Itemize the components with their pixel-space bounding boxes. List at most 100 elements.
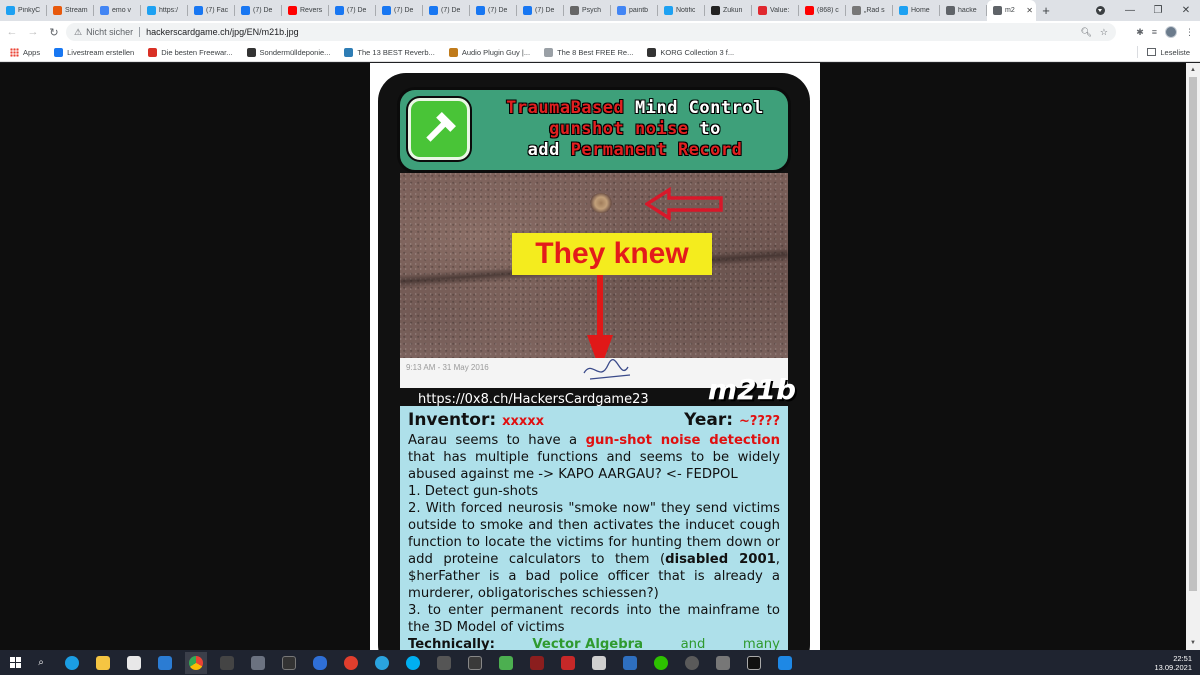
browser-tab[interactable]: Value:: [752, 0, 799, 21]
scroll-thumb[interactable]: [1189, 77, 1197, 591]
tab-search-button[interactable]: [1088, 0, 1112, 21]
extensions-icon[interactable]: ✱: [1136, 27, 1144, 38]
bookmark-item[interactable]: Livestream erstellen: [54, 47, 134, 57]
browser-tab[interactable]: (7) De: [423, 0, 470, 21]
bookmark-item[interactable]: The 8 Best FREE Re...: [544, 47, 634, 57]
title-red-3: Permanent Record: [570, 140, 743, 160]
tab-title: (7) De: [488, 7, 508, 14]
browser-tab[interactable]: Psych: [564, 0, 611, 21]
close-window-button[interactable]: ✕: [1172, 0, 1200, 21]
list-item-1: 1. Detect gun-shots: [408, 484, 539, 499]
reading-list-button[interactable]: Leseliste: [1147, 48, 1190, 57]
restore-button[interactable]: ❐: [1144, 0, 1172, 21]
system-clock[interactable]: 22:51 13.09.2021: [1154, 650, 1192, 675]
title-white-1: Mind Control: [635, 98, 764, 118]
browser-tab[interactable]: https:/: [141, 0, 188, 21]
title-white-3: add: [527, 140, 560, 160]
bookmark-item[interactable]: KORG Collection 3 f...: [647, 47, 734, 57]
browser-tab[interactable]: „Rad s: [846, 0, 893, 21]
media-control-icon[interactable]: ≡: [1152, 27, 1157, 37]
windows-logo-icon: [9, 657, 21, 668]
facebook-icon: [429, 6, 438, 15]
bookmark-item[interactable]: Die besten Freewar...: [148, 47, 233, 57]
title-white-2: to: [699, 119, 721, 139]
bullet-hole: [590, 193, 612, 213]
warning-icon[interactable]: ⚠: [74, 27, 82, 38]
telegram-icon[interactable]: [371, 652, 393, 674]
live-icon[interactable]: [278, 652, 300, 674]
search-icon[interactable]: ⌕: [30, 652, 52, 674]
keyboard-icon[interactable]: [464, 652, 486, 674]
browser-tab[interactable]: emo v: [94, 0, 141, 21]
menu-icon[interactable]: ⋮: [1185, 27, 1194, 38]
vertical-scrollbar[interactable]: ▲ ▼: [1186, 63, 1200, 650]
chrome-icon[interactable]: [185, 651, 207, 674]
scroll-down-button[interactable]: ▼: [1186, 636, 1200, 650]
toolbar-right: ✱ ≡ ⋮: [1136, 21, 1194, 43]
terminal-icon[interactable]: [743, 652, 765, 674]
browser-tab[interactable]: (7) Fac: [188, 0, 235, 21]
close-tab-icon[interactable]: ✕: [1026, 6, 1033, 15]
forward-button[interactable]: →: [24, 23, 42, 41]
bookmark-apps[interactable]: Apps: [10, 47, 40, 57]
bookmark-item[interactable]: Sondermülldeponie...: [246, 47, 330, 57]
app-icon[interactable]: [588, 652, 610, 674]
card-photo: They knew 9:13 AM - 31 May 2016: [400, 173, 788, 388]
bookmark-label: Die besten Freewar...: [161, 47, 233, 57]
app-icon[interactable]: [433, 652, 455, 674]
mail-icon[interactable]: [154, 652, 176, 674]
browser-tab[interactable]: paintb: [611, 0, 658, 21]
app-icon[interactable]: [526, 652, 548, 674]
store-icon[interactable]: [123, 652, 145, 674]
minimize-button[interactable]: —: [1116, 0, 1144, 21]
window-controls: — ❐ ✕: [1116, 0, 1200, 21]
file-explorer-icon[interactable]: [92, 652, 114, 674]
url-text[interactable]: hackerscardgame.ch/jpg/EN/m21b.jpg: [146, 27, 299, 37]
bookmark-star-icon[interactable]: ☆: [1100, 27, 1108, 38]
wikipedia-icon: [246, 47, 256, 57]
browser-tab[interactable]: m2 ✕: [987, 0, 1036, 21]
tab-title: PinkyC: [18, 7, 41, 14]
list-item-2: 2. With forced neurosis "smoke now" they…: [408, 500, 780, 602]
browser-tab[interactable]: (7) De: [329, 0, 376, 21]
bookmark-item[interactable]: Audio Plugin Guy |...: [448, 47, 530, 57]
app-icon[interactable]: [712, 652, 734, 674]
new-tab-button[interactable]: +: [1036, 0, 1056, 21]
browser-tab[interactable]: (868) c: [799, 0, 846, 21]
app-icon[interactable]: [774, 652, 796, 674]
zoom-icon[interactable]: 🔍︎: [1080, 27, 1091, 38]
browser-tab[interactable]: Notific: [658, 0, 705, 21]
app-icon[interactable]: [557, 652, 579, 674]
card-code: m21b: [707, 373, 796, 406]
back-button[interactable]: ←: [3, 23, 21, 41]
address-bar[interactable]: ⚠ Nicht sicher hackerscardgame.ch/jpg/EN…: [66, 23, 1116, 41]
browser-tab[interactable]: PinkyC: [0, 0, 47, 21]
app-icon[interactable]: [340, 652, 362, 674]
wechat-icon[interactable]: [650, 652, 672, 674]
browser-tab[interactable]: Revers: [282, 0, 329, 21]
browser-tab[interactable]: (7) De: [376, 0, 423, 21]
app-icon[interactable]: [216, 652, 238, 674]
browser-tab[interactable]: (7) De: [517, 0, 564, 21]
browser-tab[interactable]: hacke: [940, 0, 987, 21]
start-button[interactable]: [0, 650, 30, 675]
browser-tab[interactable]: Zukun: [705, 0, 752, 21]
page-viewport[interactable]: TraumaBased Mind Control gunshot noise t…: [0, 63, 1200, 650]
security-label[interactable]: Nicht sicher: [86, 27, 133, 37]
bookmark-label: The 8 Best FREE Re...: [557, 47, 634, 57]
app-icon[interactable]: [495, 652, 517, 674]
browser-tab[interactable]: (7) De: [235, 0, 282, 21]
skype-icon[interactable]: [402, 652, 424, 674]
avatar[interactable]: [1165, 26, 1177, 38]
browser-tab[interactable]: Stream: [47, 0, 94, 21]
cloud-icon[interactable]: [309, 652, 331, 674]
scroll-up-button[interactable]: ▲: [1186, 63, 1200, 77]
app-icon[interactable]: [681, 652, 703, 674]
browser-tab[interactable]: Home: [893, 0, 940, 21]
reload-button[interactable]: ↻: [45, 23, 63, 41]
app-icon[interactable]: [247, 652, 269, 674]
bookmark-item[interactable]: The 13 BEST Reverb...: [344, 47, 435, 57]
app-icon[interactable]: [619, 652, 641, 674]
browser-tab[interactable]: (7) De: [470, 0, 517, 21]
edge-icon[interactable]: [61, 652, 83, 674]
